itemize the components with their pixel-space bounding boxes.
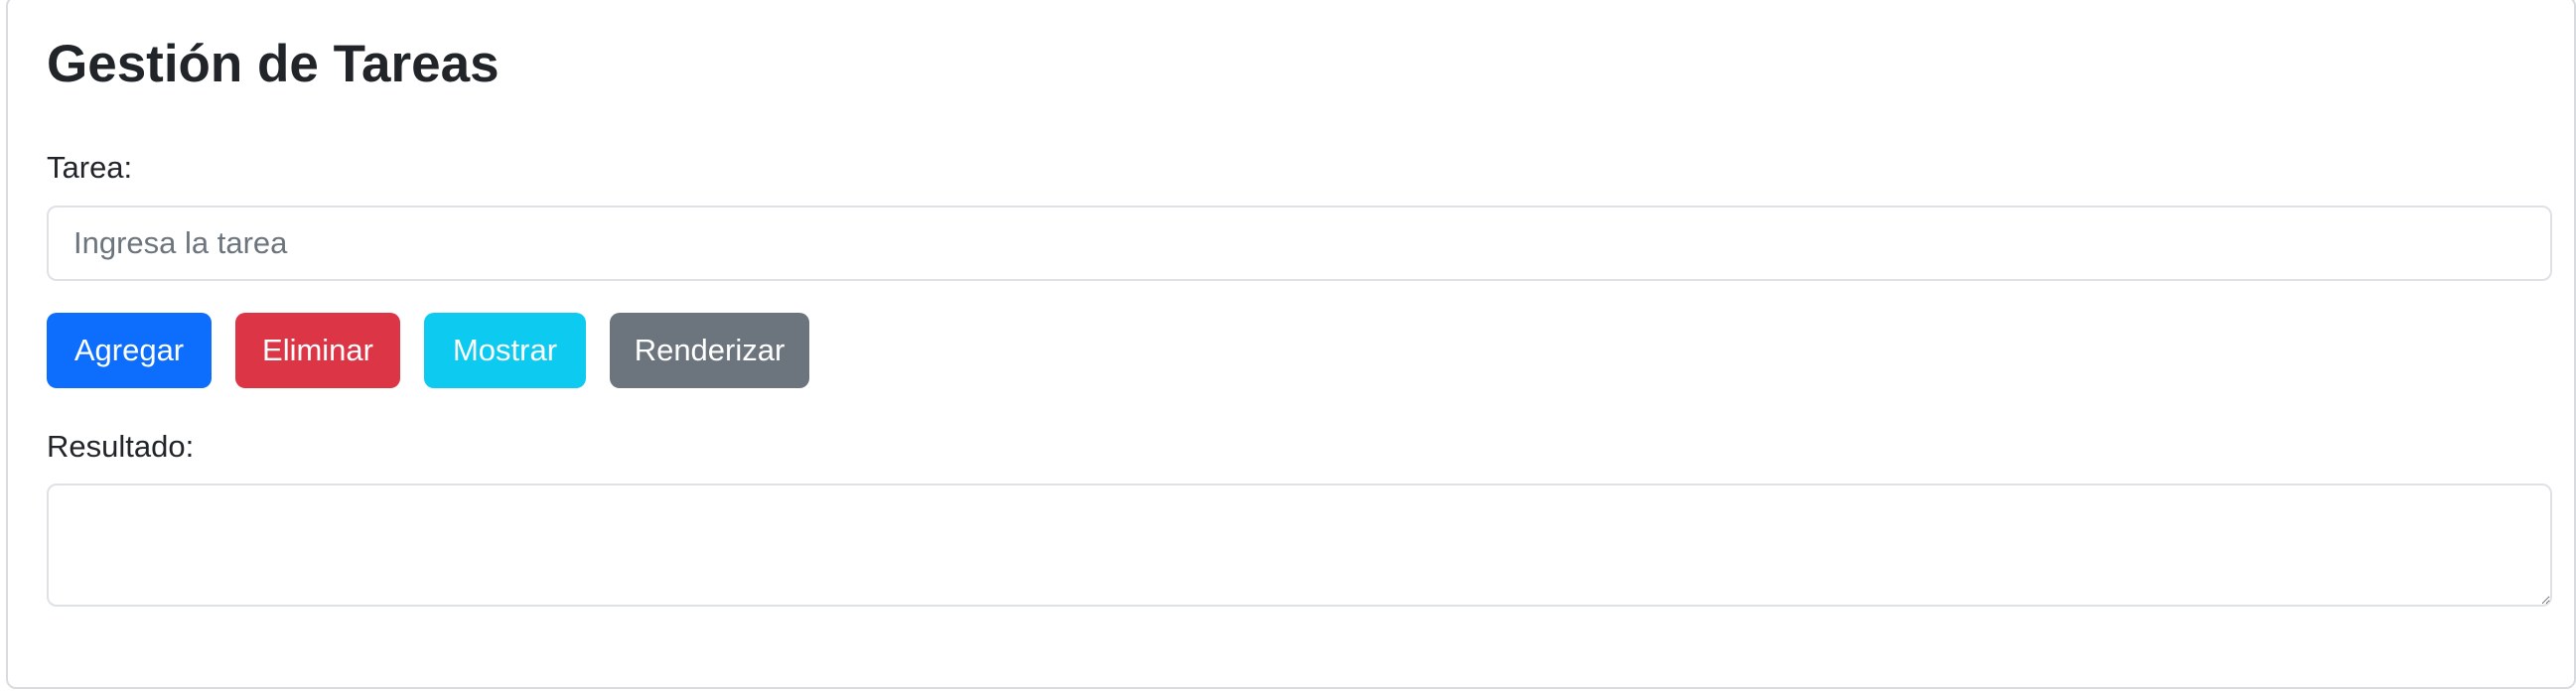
add-button[interactable]: Agregar — [47, 313, 212, 388]
result-label: Resultado: — [47, 429, 195, 464]
task-input[interactable] — [47, 206, 2552, 281]
page-title: Gestión de Tareas — [47, 35, 500, 93]
task-manager-card: Gestión de Tareas Tarea: Agregar Elimina… — [6, 0, 2576, 689]
show-button[interactable]: Mostrar — [424, 313, 586, 388]
delete-button[interactable]: Eliminar — [235, 313, 400, 388]
result-textarea[interactable] — [47, 484, 2552, 607]
task-label: Tarea: — [47, 150, 133, 185]
render-button[interactable]: Renderizar — [610, 313, 809, 388]
